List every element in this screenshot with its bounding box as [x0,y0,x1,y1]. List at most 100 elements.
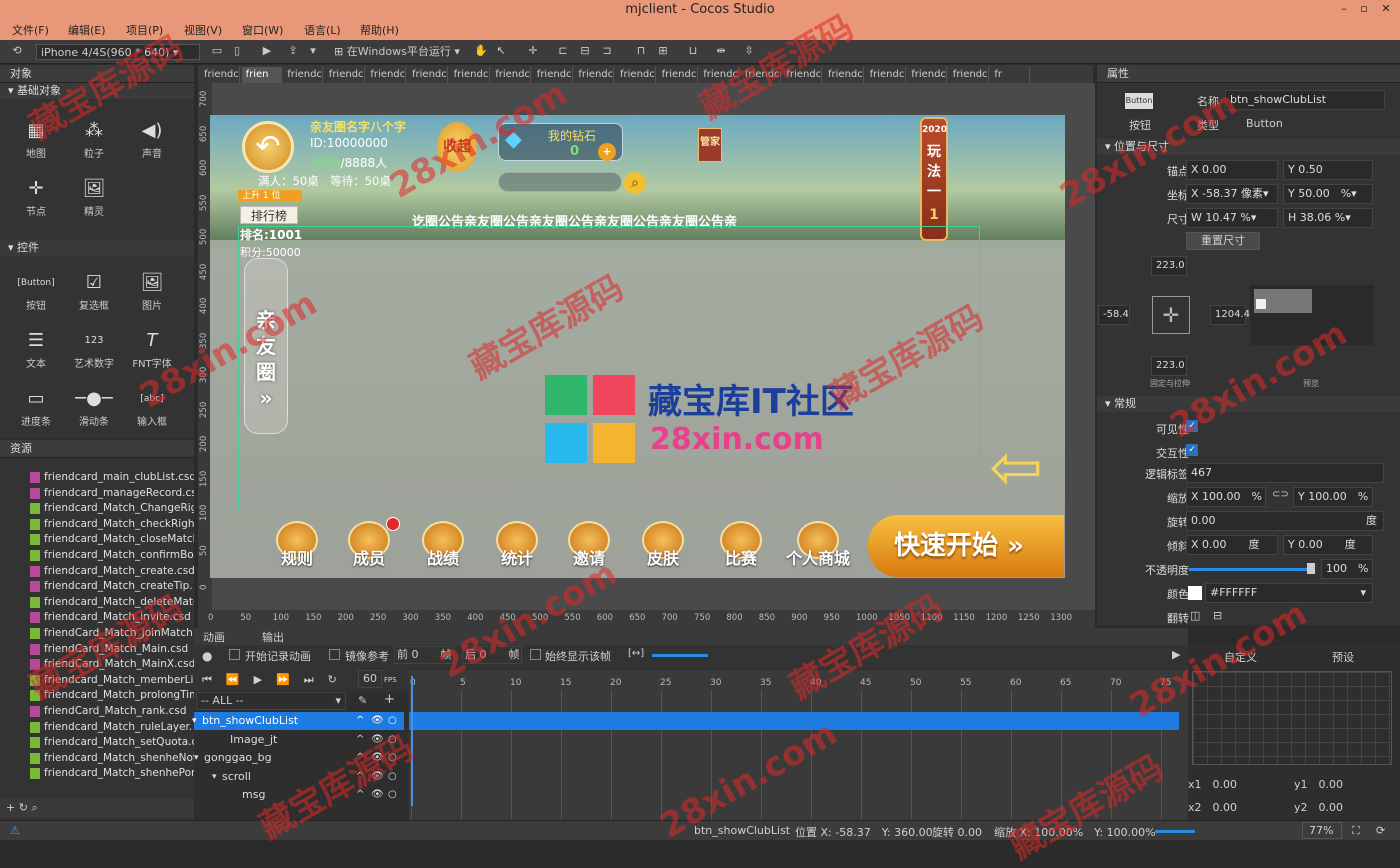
eye-icon[interactable]: 👁 [371,712,384,730]
position-section-header[interactable]: ▾ 位置与尺寸 [1097,139,1400,155]
track-filter-select[interactable]: -- ALL -- ▾ [196,692,346,710]
color-field[interactable]: #FFFFFF ▾ [1205,583,1373,603]
doc-tab[interactable]: friendca [658,67,698,83]
align-bottom-icon[interactable]: ⊔ [686,44,700,58]
rule-tag[interactable]: 2020 玩 法 一 1 [920,117,948,241]
control-input[interactable]: [abc] 输入框 [124,385,180,431]
size-h-field[interactable]: H 38.06 %▾ [1283,208,1373,228]
ranking-button[interactable]: 排行榜 [240,206,298,224]
circle-icon[interactable]: ○ [388,712,397,730]
publish-icon[interactable]: ⇪ [286,44,300,58]
zoom-slider[interactable] [1155,830,1195,833]
eye-icon[interactable]: 👁 [371,768,384,786]
lock-icon[interactable]: ^ [356,768,364,786]
opacity-slider-handle[interactable] [1307,563,1315,574]
doc-tab[interactable]: friendca [949,67,989,83]
resource-item[interactable]: friendCard_Match_rank.csd [0,704,194,720]
doc-tab[interactable]: friendca [325,67,365,83]
visible-checkbox[interactable]: ✓ [1186,420,1198,432]
doc-tab[interactable]: frien [241,67,282,83]
add-icon[interactable]: + [6,801,15,814]
size-w-field[interactable]: W 10.47 %▾ [1186,208,1278,228]
fps-field[interactable]: 60 [358,670,382,688]
bottom-button-6[interactable]: 皮肤 [640,521,686,569]
interact-checkbox[interactable]: ✓ [1186,444,1198,456]
doc-tab[interactable]: friendca [283,67,324,83]
always-show-checkbox[interactable] [530,649,541,660]
name-field[interactable]: btn_showClubList [1225,90,1385,110]
resource-item[interactable]: friendcard_Match_shenheNot [0,751,194,767]
resource-item[interactable]: friendcard_Match_memberLis [0,673,194,689]
doc-tab[interactable]: friendca [450,67,490,83]
circle-icon[interactable]: ○ [388,749,397,767]
flip-v-icon[interactable]: ⊟ [1213,609,1222,622]
color-swatch[interactable] [1188,586,1202,600]
margin-right-field[interactable]: 1204.4 [1210,305,1250,325]
lock-icon[interactable]: ^ [356,712,364,730]
add-keyframe-icon[interactable]: ● [202,649,212,663]
align-top-icon[interactable]: ⊓ [634,44,648,58]
playhead[interactable] [411,676,413,806]
reset-zoom-icon[interactable]: ⟳ [1376,824,1385,837]
close-icon[interactable]: ✕ [1378,2,1394,16]
resource-item[interactable]: friendcard_Match_ruleLayer. [0,720,194,736]
doc-tab[interactable]: friendc [200,67,240,83]
easing-custom-tab[interactable]: 自定义 [1224,649,1257,665]
menu-view[interactable]: 视图(V) [184,22,222,38]
eye-icon[interactable]: 👁 [371,749,384,767]
object-node[interactable]: ✛ 节点 [8,175,64,218]
basic-objects-header[interactable]: ▾ 基础对象 [0,83,194,99]
rotate-field[interactable]: 0.00 度 [1186,511,1384,531]
collapse-right-icon[interactable]: ▶ [1172,648,1180,661]
onion-after-field[interactable]: 后 0 帧 [462,646,522,664]
circle-icon[interactable]: ○ [388,786,397,804]
coord-y-field[interactable]: Y 50.00 %▾ [1283,184,1373,204]
bottom-button-1[interactable]: 规则 [274,521,320,569]
control-text[interactable]: ☰ 文本 [8,327,64,370]
circle-icon[interactable]: ○ [388,731,397,749]
controls-header[interactable]: ▾ 控件 [0,240,194,256]
lock-icon[interactable]: ^ [356,749,364,767]
device-select[interactable]: iPhone 4/4S(960 * 640) ▾ [36,44,200,60]
edit-icon[interactable]: ✎ [358,694,367,707]
align-right-icon[interactable]: ⊐ [600,44,614,58]
resource-item[interactable]: friendcard_Match_setQuota.c [0,735,194,751]
object-particle[interactable]: ⁂ 粒子 [66,117,122,160]
zoom-frames-icon[interactable]: [↔] [628,648,644,659]
resource-item[interactable]: friendcard_Match_create.csd [0,564,194,580]
link-icon[interactable]: ⊂⊃ [1272,489,1289,500]
playback-icons[interactable]: ⏮⏪▶⏩⏭↻ [202,673,351,687]
bottom-button-2[interactable]: 成员 [346,521,392,569]
menu-language[interactable]: 语言(L) [304,22,341,38]
expand-arrow-icon[interactable]: ▾ [192,712,197,730]
margin-bottom-field[interactable]: 223.0 [1151,356,1187,376]
search-box[interactable] [498,172,622,192]
manage-button[interactable]: 管家 [698,128,722,162]
control-atlas-label[interactable]: 123 艺术数字 [66,327,122,370]
object-sprite[interactable]: 🖼 精灵 [66,175,122,218]
doc-tab[interactable]: friendca [907,67,948,83]
control-button[interactable]: [Button] 按钮 [8,269,64,312]
portrait-icon[interactable]: ▯ [230,44,244,58]
expand-arrow-icon[interactable]: ▾ [212,768,217,786]
object-sound[interactable]: ◀) 声音 [124,117,180,160]
bottom-button-8[interactable]: 个人商城 [778,521,858,569]
coord-x-field[interactable]: X -58.37 像素▾ [1186,184,1278,204]
menu-help[interactable]: 帮助(H) [360,22,399,38]
landscape-icon[interactable]: ▭ [210,44,224,58]
fit-screen-icon[interactable]: ⛶ [1352,824,1360,838]
anchor-y-field[interactable]: Y 0.50 [1283,160,1373,180]
menu-file[interactable]: 文件(F) [12,22,49,38]
track-row[interactable]: gonggao_bg ▾ ^ 👁 ○ [194,749,404,767]
bottom-button-4[interactable]: 统计 [494,521,540,569]
skew-x-field[interactable]: X 0.00 度 [1186,535,1278,555]
control-slider[interactable]: ─●─ 滑动条 [66,385,122,431]
control-fnt[interactable]: T FNT字体 [124,327,180,370]
anchor-x-field[interactable]: X 0.00 [1186,160,1278,180]
align-hcenter-icon[interactable]: ⊟ [578,44,592,58]
layout-anchor-widget[interactable]: ✛ [1152,296,1190,334]
circle-icon[interactable]: ○ [388,768,397,786]
resource-item[interactable]: friendcard_Match_deleteMatc [0,595,194,611]
doc-tab[interactable]: friendca [866,67,906,83]
bottom-button-3[interactable]: 战绩 [420,521,466,569]
